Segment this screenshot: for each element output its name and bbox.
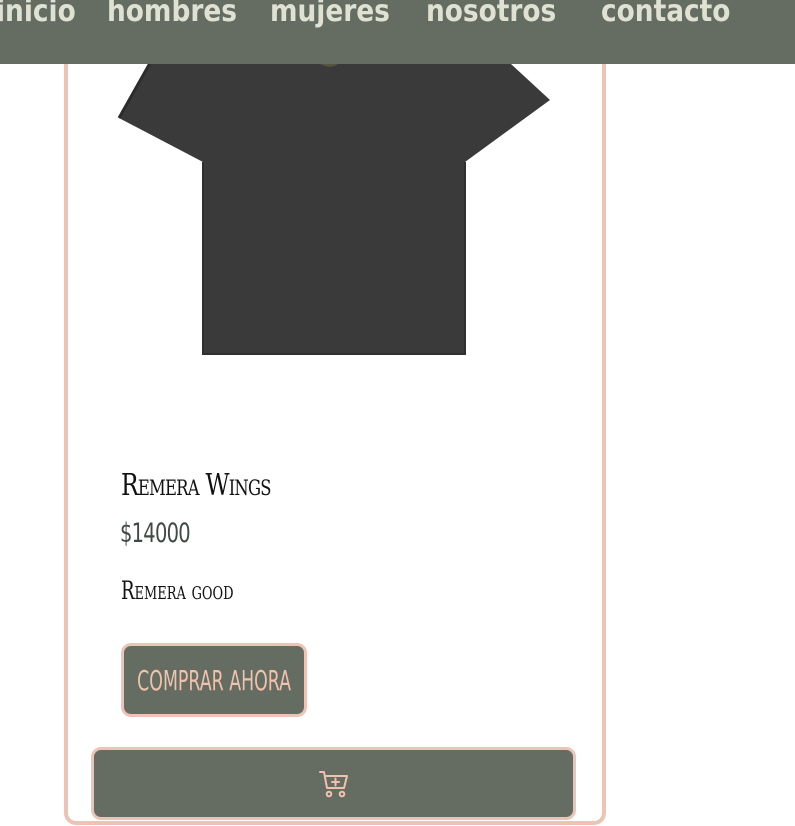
product-price: $14000 [120, 518, 191, 549]
buy-now-button[interactable]: COMPRAR AHORA [121, 643, 307, 717]
top-navbar: inicio Hombres Mujeres Nosotros Contacto [0, 0, 795, 64]
tshirt-shape [117, 40, 550, 355]
nav-item-mujeres[interactable]: Mujeres [270, 0, 390, 29]
product-description: Remera good [121, 576, 234, 605]
add-to-cart-button[interactable] [91, 747, 576, 820]
buy-now-label: COMPRAR AHORA [137, 663, 291, 697]
add-to-cart-icon [318, 770, 348, 797]
product-image[interactable] [115, 40, 555, 370]
page: Remera Wings $14000 Remera good COMPRAR … [0, 0, 795, 826]
nav-item-hombres[interactable]: Hombres [107, 0, 237, 29]
product-name: Remera Wings [121, 468, 271, 503]
nav-item-inicio[interactable]: inicio [0, 0, 76, 29]
nav-item-contacto[interactable]: Contacto [601, 0, 730, 29]
nav-item-nosotros[interactable]: Nosotros [426, 0, 556, 29]
